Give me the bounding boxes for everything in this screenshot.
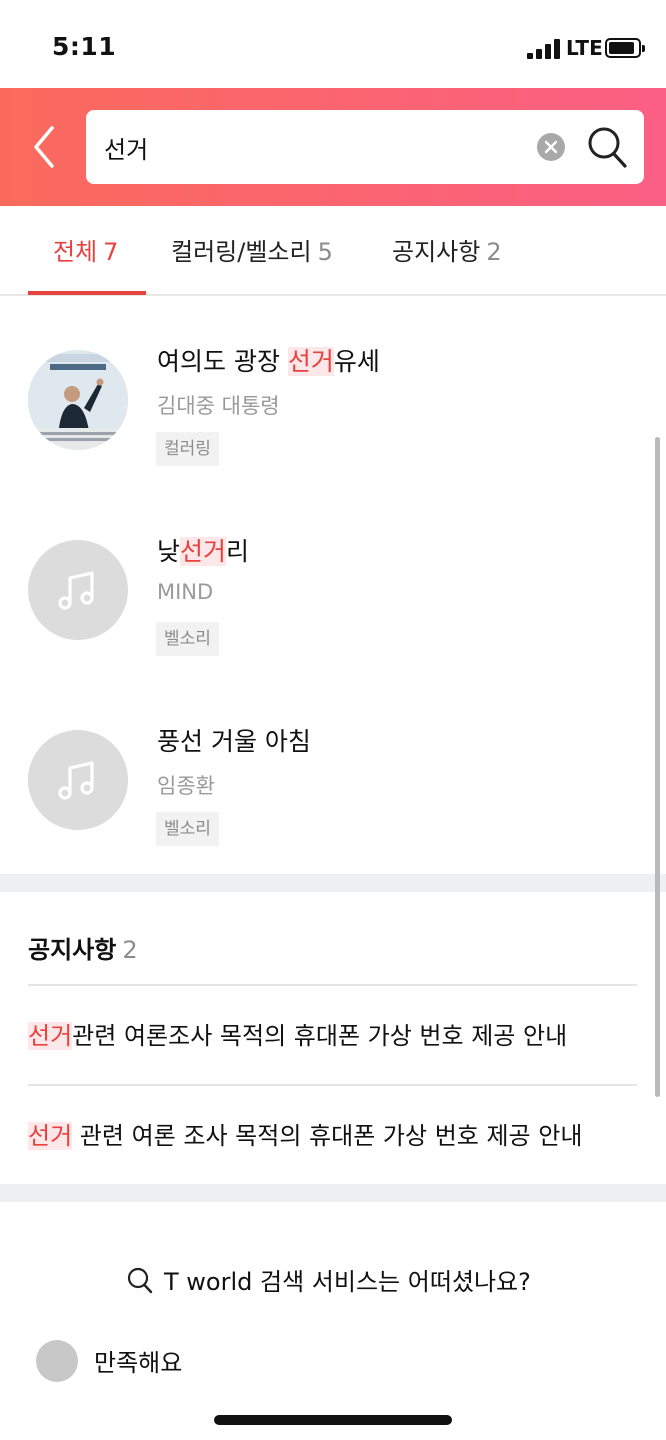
tab-label: 전체 [53, 238, 98, 266]
divider-line [28, 1084, 637, 1086]
result-artist: MIND [157, 580, 214, 604]
result-item[interactable]: 여의도 광장 선거유세 김대중 대통령 컬러링 [0, 300, 666, 490]
album-cover-image [28, 350, 128, 450]
clear-button[interactable] [537, 133, 565, 161]
status-time: 5:11 [52, 32, 117, 61]
tab-coloring-ringtone[interactable]: 컬러링/벨소리 5 [171, 232, 333, 267]
keyword-highlight: 선거 [28, 1122, 73, 1150]
result-tag: 컬러링 [156, 432, 219, 466]
tab-notice[interactable]: 공지사항 2 [392, 232, 502, 267]
tab-count: 7 [103, 238, 119, 266]
search-icon [588, 127, 627, 168]
search-button[interactable] [585, 124, 629, 170]
status-bar: 5:11 LTE [0, 0, 666, 88]
tab-label: 컬러링/벨소리 [171, 238, 312, 266]
chevron-left-icon [34, 126, 54, 168]
signal-icon [527, 39, 561, 59]
result-title: 여의도 광장 선거유세 [157, 347, 380, 376]
keyword-highlight: 선거 [28, 1022, 73, 1050]
notice-section-title: 공지사항 2 [28, 936, 138, 964]
keyword-highlight: 선거 [180, 537, 227, 566]
music-note-icon [58, 571, 94, 610]
album-photo-graphic [28, 350, 128, 450]
thumbnail-placeholder [28, 540, 128, 640]
battery-icon [605, 38, 645, 58]
section-divider [0, 1184, 666, 1202]
music-note-icon [58, 761, 94, 800]
home-indicator[interactable] [214, 1415, 452, 1425]
tab-all[interactable]: 전체 7 [53, 232, 118, 267]
notice-count: 2 [122, 936, 138, 964]
notice-item[interactable]: 선거관련 여론조사 목적의 휴대폰 가상 번호 제공 안내 [28, 1016, 567, 1051]
search-input[interactable] [104, 124, 524, 170]
tab-count: 2 [486, 238, 502, 266]
result-artist: 김대중 대통령 [157, 394, 280, 418]
search-icon [127, 1267, 153, 1294]
close-icon [544, 140, 558, 154]
divider-line [28, 984, 637, 986]
result-tag: 벨소리 [156, 812, 219, 846]
search-header [0, 88, 666, 206]
scrollbar[interactable] [655, 437, 660, 1097]
result-item[interactable]: 낮선거리 MIND 벨소리 [0, 490, 666, 680]
result-title: 풍선 거울 아침 [157, 727, 311, 756]
back-button[interactable] [22, 118, 66, 176]
satisfied-label[interactable]: 만족해요 [94, 1343, 182, 1378]
notice-item[interactable]: 선거 관련 여론 조사 목적의 휴대폰 가상 번호 제공 안내 [28, 1116, 582, 1151]
active-tab-indicator [28, 291, 146, 295]
result-tag: 벨소리 [156, 622, 219, 656]
keyword-highlight: 선거 [287, 347, 334, 376]
result-item[interactable]: 풍선 거울 아침 임종환 벨소리 [0, 680, 666, 870]
network-label: LTE [566, 36, 603, 60]
satisfied-radio[interactable] [36, 1340, 78, 1382]
tab-count: 5 [317, 238, 333, 266]
result-artist: 임종환 [157, 774, 215, 798]
thumbnail-placeholder [28, 730, 128, 830]
result-title: 낮선거리 [157, 537, 250, 566]
search-box [86, 110, 644, 184]
category-tabs: 전체 7 컬러링/벨소리 5 공지사항 2 [0, 206, 666, 296]
tab-label: 공지사항 [392, 238, 481, 266]
section-divider [0, 874, 666, 892]
feedback-question-text: T world 검색 서비스는 어떠셨나요? [164, 1268, 531, 1296]
